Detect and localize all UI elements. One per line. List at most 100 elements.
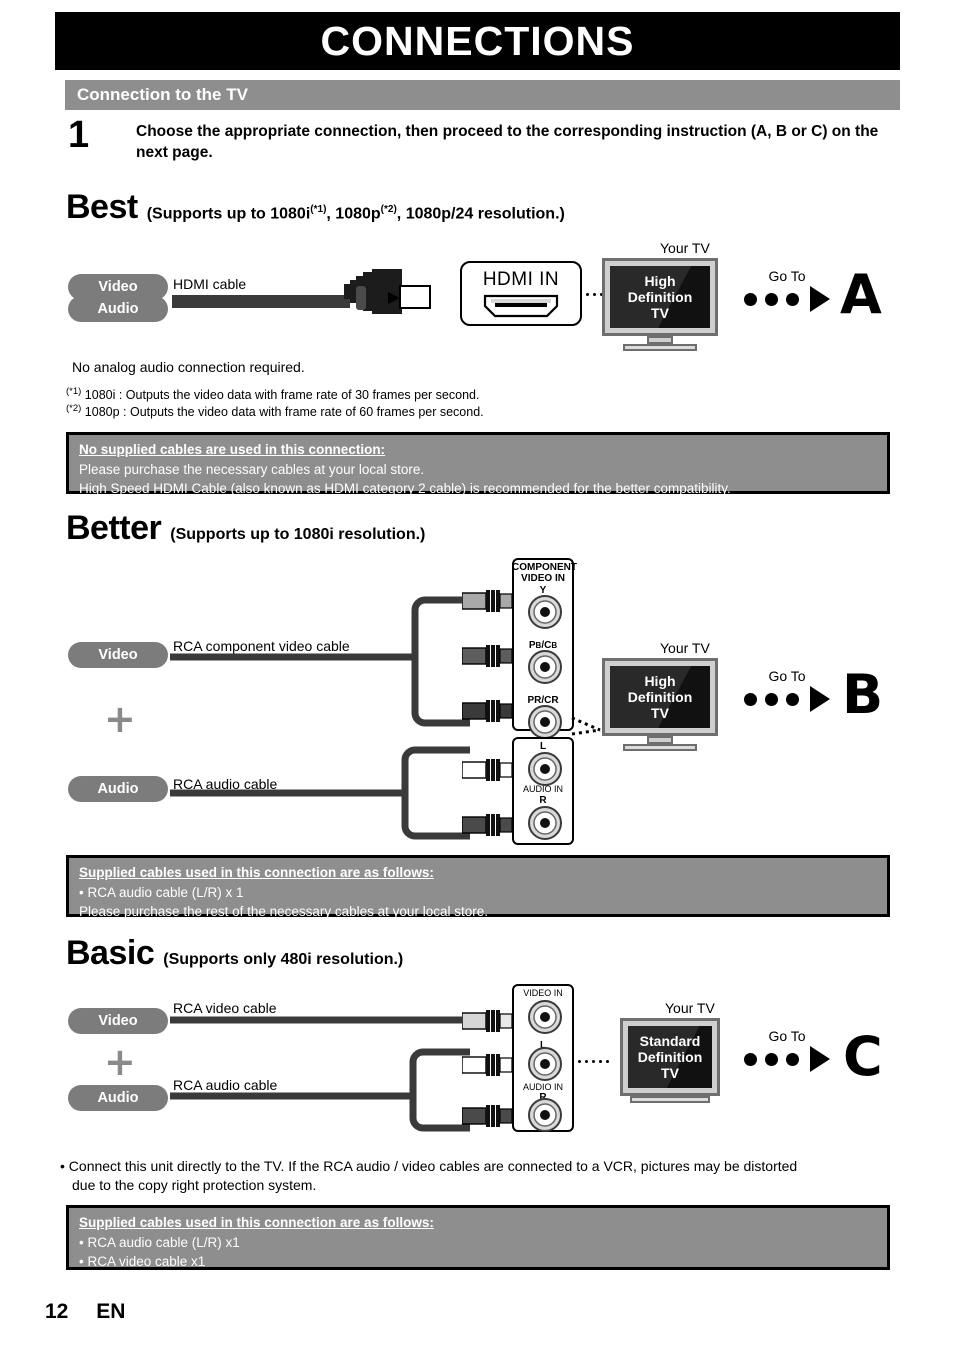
hdmi-plug-icon xyxy=(344,268,439,328)
basic-video-pill: Video xyxy=(68,1008,168,1034)
basic-goto-arrow-icon xyxy=(744,1046,830,1072)
better-tv-graphic: High Definition TV xyxy=(602,658,718,751)
best-note-line-1: Please purchase the necessary cables at … xyxy=(79,462,425,478)
better-goto-arrow-icon xyxy=(744,686,830,712)
better-plus-sign: + xyxy=(104,697,136,741)
basic-audio-label: Audio xyxy=(97,1090,139,1106)
basic-tv-graphic: Standard Definition TV xyxy=(620,1018,720,1103)
section-title: Connection to the TV xyxy=(77,85,248,104)
step-1-block: 1 Choose the appropriate connection, the… xyxy=(68,116,903,164)
best-video-label: Video xyxy=(98,279,138,295)
best-tv-line-3: TV xyxy=(651,305,669,322)
basic-goto-label: Go To xyxy=(768,1028,806,1044)
page-number: 12 xyxy=(45,1300,69,1323)
rca-jack-audio-right-icon xyxy=(528,806,562,840)
hdmi-port-icon xyxy=(483,294,559,318)
basic-bullet-note-line-1: • Connect this unit directly to the TV. … xyxy=(60,1158,798,1174)
basic-tv-line-1: Standard xyxy=(639,1032,701,1049)
basic-tv-line-3: TV xyxy=(661,1065,679,1082)
better-goto-letter: B xyxy=(842,663,884,726)
better-tv-line-2: Definition xyxy=(627,688,693,705)
better-goto-label: Go To xyxy=(768,668,806,684)
best-tv-graphic: High Definition TV xyxy=(602,258,718,351)
better-jack-label-r: R xyxy=(539,795,547,806)
best-cable-label: HDMI cable xyxy=(173,276,247,292)
better-note-title: Supplied cables used in this connection … xyxy=(79,865,434,880)
page-language: EN xyxy=(96,1300,126,1323)
better-audio-label: Audio xyxy=(97,781,139,797)
best-note-title: No supplied cables are used in this conn… xyxy=(79,442,386,457)
best-goto-label: Go To xyxy=(768,268,806,284)
basic-audio-in-title: AUDIO IN xyxy=(522,1082,563,1092)
best-heading-group: Best (Supports up to 1080i(*1), 1080p(*2… xyxy=(66,190,565,224)
rca-jack-pb-icon xyxy=(528,650,562,684)
better-goto-group: Go To xyxy=(744,668,830,712)
page-title: CONNECTIONS xyxy=(320,17,635,64)
basic-goto-group: Go To xyxy=(744,1028,830,1072)
basic-video-in-title: VIDEO IN xyxy=(523,988,563,998)
basic-note-box: Supplied cables used in this connection … xyxy=(66,1205,890,1270)
better-heading-group: Better (Supports up to 1080i resolution.… xyxy=(66,511,425,545)
basic-video-label: Video xyxy=(98,1013,138,1029)
component-panel-title-1: COMPONENT xyxy=(512,562,577,573)
basic-audio-cable-wiring xyxy=(170,1048,470,1132)
basic-video-cable-wiring xyxy=(170,1016,475,1024)
basic-bullet-note-line-2: due to the copy right protection system. xyxy=(72,1177,317,1194)
basic-your-tv-caption: Your TV xyxy=(665,1000,715,1016)
basic-heading-group: Basic (Supports only 480i resolution.) xyxy=(66,936,403,970)
page-footer: 12 EN xyxy=(45,1300,125,1324)
best-footnote-2: (*2) 1080p : Outputs the video data with… xyxy=(66,403,484,420)
better-note-line-2: Please purchase the rest of the necessar… xyxy=(79,903,488,919)
rca-jack-basic-audio-left-icon xyxy=(528,1047,562,1081)
best-subheading: (Supports up to 1080i(*1), 1080p(*2), 10… xyxy=(146,203,565,222)
basic-heading: Basic xyxy=(66,934,155,972)
better-tv-line-1: High xyxy=(644,672,676,689)
rca-jack-video-icon xyxy=(528,1000,562,1034)
basic-plus-sign: + xyxy=(104,1040,136,1084)
best-goto-group: Go To xyxy=(744,268,830,312)
basic-note-line-1: • RCA audio cable (L/R) x1 xyxy=(79,1235,240,1251)
best-goto-letter: A xyxy=(840,263,882,326)
best-note-box: No supplied cables are used in this conn… xyxy=(66,432,890,496)
basic-subheading: (Supports only 480i resolution.) xyxy=(163,951,404,968)
basic-goto-letter: C xyxy=(843,1025,883,1088)
rca-jack-pr-icon xyxy=(528,705,562,739)
rca-jack-basic-audio-right-icon xyxy=(528,1098,562,1132)
best-no-analog-note: No analog audio connection required. xyxy=(72,359,305,375)
best-heading: Best xyxy=(66,188,138,226)
better-note-box: Supplied cables used in this connection … xyxy=(66,855,890,919)
basic-connection-dots xyxy=(578,1060,609,1063)
rca-jack-audio-left-icon xyxy=(528,752,562,786)
better-video-pill: Video xyxy=(68,642,168,668)
best-audio-pill: Audio xyxy=(68,296,168,322)
component-panel-title-2: VIDEO IN xyxy=(521,573,565,584)
better-heading: Better xyxy=(66,509,162,547)
better-tv-line-3: TV xyxy=(651,705,669,722)
step-instruction: Choose the appropriate connection, then … xyxy=(136,123,879,161)
basic-audio-pill: Audio xyxy=(68,1085,168,1111)
better-video-label: Video xyxy=(98,647,138,663)
best-your-tv-caption: Your TV xyxy=(660,240,710,256)
hdmi-in-label: HDMI IN xyxy=(482,269,560,290)
step-number: 1 xyxy=(68,114,90,156)
best-audio-label: Audio xyxy=(97,301,139,317)
better-your-tv-caption: Your TV xyxy=(660,640,710,656)
better-audio-pill: Audio xyxy=(68,776,168,802)
basic-tv-line-2: Definition xyxy=(637,1048,703,1065)
page-title-bar: CONNECTIONS xyxy=(55,12,900,70)
better-note-line-1: • RCA audio cable (L/R) x 1 xyxy=(79,885,244,901)
basic-note-line-2: • RCA video cable x1 xyxy=(79,1253,206,1269)
best-tv-line-1: High xyxy=(644,272,676,289)
basic-note-title: Supplied cables used in this connection … xyxy=(79,1215,434,1230)
best-note-line-2: High Speed HDMI Cable (also known as HDM… xyxy=(79,480,731,496)
section-header-bar: Connection to the TV xyxy=(65,80,900,110)
hdmi-in-port-panel: HDMI IN xyxy=(460,261,582,326)
basic-bullet-note: • Connect this unit directly to the TV. … xyxy=(60,1157,900,1196)
better-jack-label-l: L xyxy=(539,741,547,752)
hdmi-connection-dots xyxy=(586,293,603,296)
hdmi-cable xyxy=(172,295,350,308)
best-goto-arrow-icon xyxy=(744,286,830,312)
better-subheading: (Supports up to 1080i resolution.) xyxy=(170,526,426,543)
best-tv-line-2: Definition xyxy=(627,288,693,305)
rca-jack-y-icon xyxy=(528,595,562,629)
